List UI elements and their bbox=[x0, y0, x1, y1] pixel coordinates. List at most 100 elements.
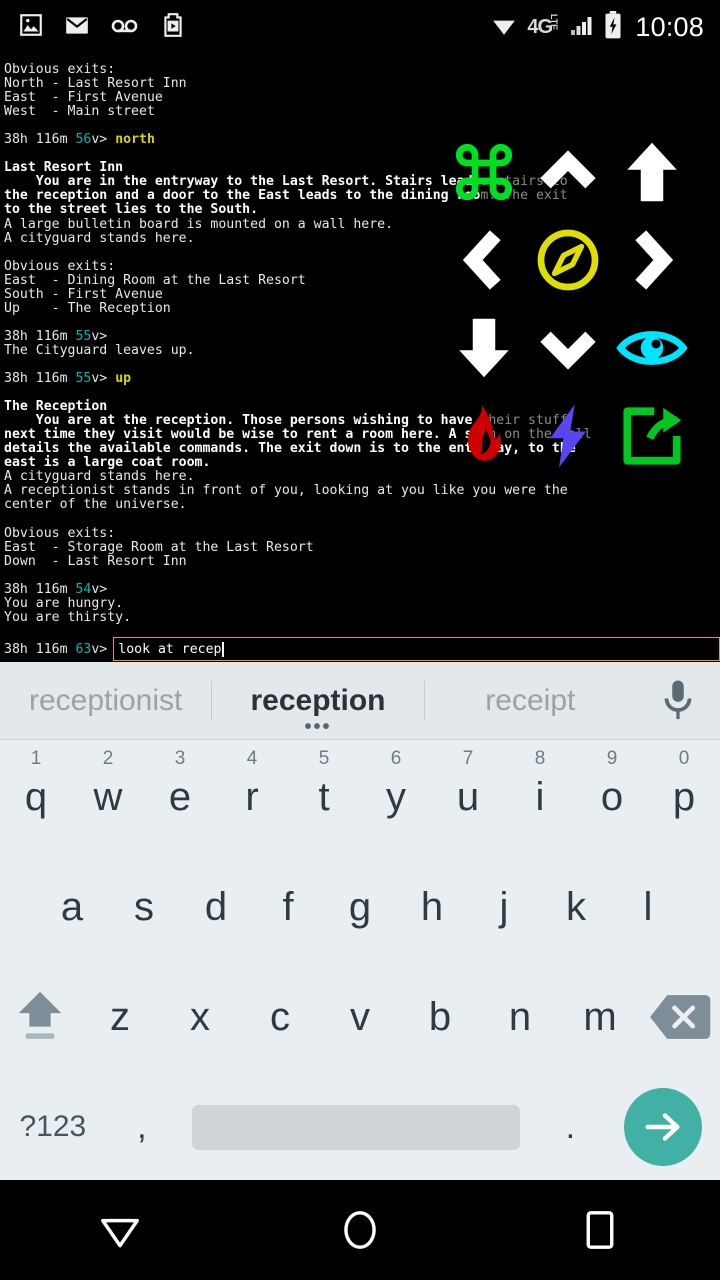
signal-icon bbox=[570, 12, 594, 43]
key-y[interactable]: 6y bbox=[360, 742, 432, 852]
terminal-text: up bbox=[115, 371, 132, 387]
terminal-text: center of the universe. bbox=[4, 497, 187, 513]
key-e[interactable]: 3e bbox=[144, 742, 216, 852]
terminal-text: A cityguard stands here. bbox=[4, 469, 195, 485]
key-label: e bbox=[168, 774, 192, 819]
home-circle-icon[interactable] bbox=[300, 1180, 420, 1280]
key-label: i bbox=[535, 774, 545, 819]
terminal-text: Obvious exits: bbox=[4, 525, 116, 541]
suggestion-label: reception bbox=[250, 683, 386, 717]
keyboard-suggestion-bar: receptionist reception ••• receipt bbox=[0, 662, 720, 740]
key-number-hint: 3 bbox=[174, 748, 186, 769]
microphone-icon[interactable] bbox=[636, 662, 720, 739]
chevron-down-icon[interactable] bbox=[526, 306, 610, 390]
wifi-icon bbox=[490, 12, 518, 43]
key-k[interactable]: k bbox=[540, 852, 612, 962]
key-label: y bbox=[386, 774, 406, 819]
key-label: r bbox=[245, 774, 259, 819]
symbols-key[interactable]: ?123 bbox=[0, 1072, 106, 1182]
chevron-left-icon[interactable] bbox=[442, 218, 526, 302]
on-screen-keyboard: 1q2w3e4r5t6y7u8i9o0p asdfghjkl zxcvbnm ?… bbox=[0, 740, 720, 1180]
chevron-up-icon[interactable] bbox=[526, 130, 610, 214]
terminal-line: Obvious exits: bbox=[4, 525, 720, 541]
key-l[interactable]: l bbox=[612, 852, 684, 962]
terminal-text: A large bulletin board is mounted on a w… bbox=[4, 216, 394, 232]
android-navigation-bar bbox=[0, 1180, 720, 1280]
key-p[interactable]: 0p bbox=[648, 742, 720, 852]
key-h[interactable]: h bbox=[396, 852, 468, 962]
key-d[interactable]: d bbox=[180, 852, 252, 962]
key-label: o bbox=[600, 774, 624, 819]
terminal-text: v> bbox=[91, 132, 116, 148]
key-o[interactable]: 9o bbox=[576, 742, 648, 852]
key-number-hint: 6 bbox=[390, 748, 402, 769]
status-bar-clock: 10:08 bbox=[635, 11, 704, 42]
exit-share-icon[interactable] bbox=[610, 394, 694, 478]
compass-icon[interactable] bbox=[526, 218, 610, 302]
command-input[interactable]: look at recep bbox=[113, 637, 720, 661]
key-j[interactable]: j bbox=[468, 852, 540, 962]
status-bar-notification-icons bbox=[0, 12, 186, 43]
keyboard-row-4: ?123 , . bbox=[0, 1072, 720, 1182]
command-icon[interactable] bbox=[442, 130, 526, 214]
terminal-line: You are thirsty. bbox=[4, 610, 720, 625]
suggestion-item[interactable]: receptionist bbox=[0, 662, 211, 739]
terminal-text: Obvious exits: bbox=[4, 62, 116, 77]
key-i[interactable]: 8i bbox=[504, 742, 576, 852]
key-q[interactable]: 1q bbox=[0, 742, 72, 852]
key-label: q bbox=[24, 774, 48, 819]
key-n[interactable]: n bbox=[480, 962, 560, 1072]
gallery-icon bbox=[18, 12, 44, 43]
terminal-line: Down - Last Resort Inn bbox=[4, 554, 720, 569]
key-a[interactable]: a bbox=[36, 852, 108, 962]
terminal-text: east is a large coat room. bbox=[4, 455, 211, 471]
key-g[interactable]: g bbox=[324, 852, 396, 962]
arrow-down-icon[interactable] bbox=[442, 306, 526, 390]
key-label: p bbox=[672, 774, 696, 819]
terminal-text: 38h 116m bbox=[4, 581, 76, 597]
suggestion-item[interactable]: receipt bbox=[425, 662, 636, 739]
suggestion-more-dots[interactable]: ••• bbox=[304, 717, 331, 737]
battery-charging-icon bbox=[603, 10, 623, 44]
comma-key[interactable]: , bbox=[106, 1072, 178, 1182]
lightning-icon[interactable] bbox=[526, 394, 610, 478]
suggestion-label: receptionist bbox=[28, 683, 183, 717]
terminal-line: center of the universe. bbox=[4, 498, 720, 512]
period-key[interactable]: . bbox=[534, 1072, 606, 1182]
key-u[interactable]: 7u bbox=[432, 742, 504, 852]
recents-square-icon[interactable] bbox=[540, 1180, 660, 1280]
key-x[interactable]: x bbox=[160, 962, 240, 1072]
key-f[interactable]: f bbox=[252, 852, 324, 962]
back-triangle-icon[interactable] bbox=[60, 1180, 180, 1280]
key-b[interactable]: b bbox=[400, 962, 480, 1072]
flame-icon[interactable] bbox=[442, 394, 526, 478]
terminal-line: A receptionist stands in front of you, l… bbox=[4, 484, 720, 498]
input-prompt: 38h 116m 63v> bbox=[4, 641, 108, 657]
key-number-hint: 4 bbox=[246, 748, 258, 769]
terminal-text: 55 bbox=[75, 328, 92, 344]
key-m[interactable]: m bbox=[560, 962, 640, 1072]
suggestion-item[interactable]: reception ••• bbox=[212, 662, 423, 739]
terminal-line: 38h 116m 54v> bbox=[4, 581, 720, 597]
key-number-hint: 5 bbox=[318, 748, 330, 769]
command-input-row: 38h 116m 63v> look at recep bbox=[0, 636, 720, 662]
key-v[interactable]: v bbox=[320, 962, 400, 1072]
key-z[interactable]: z bbox=[80, 962, 160, 1072]
enter-key[interactable] bbox=[606, 1072, 720, 1182]
chevron-right-icon[interactable] bbox=[610, 218, 694, 302]
suggestion-label: receipt bbox=[485, 683, 576, 717]
terminal-text: to the street lies to the South. bbox=[4, 202, 259, 218]
key-r[interactable]: 4r bbox=[216, 742, 288, 852]
space-key[interactable] bbox=[178, 1072, 534, 1182]
eye-icon[interactable] bbox=[610, 306, 694, 390]
backspace-key[interactable] bbox=[640, 962, 720, 1072]
key-w[interactable]: 2w bbox=[72, 742, 144, 852]
key-t[interactable]: 5t bbox=[288, 742, 360, 852]
command-input-value: look at recep bbox=[118, 641, 222, 657]
terminal-text: v> bbox=[91, 328, 108, 344]
key-c[interactable]: c bbox=[240, 962, 320, 1072]
arrow-up-icon[interactable] bbox=[610, 130, 694, 214]
shift-key[interactable] bbox=[0, 962, 80, 1072]
key-s[interactable]: s bbox=[108, 852, 180, 962]
terminal-text: South - First Avenue bbox=[4, 286, 163, 302]
